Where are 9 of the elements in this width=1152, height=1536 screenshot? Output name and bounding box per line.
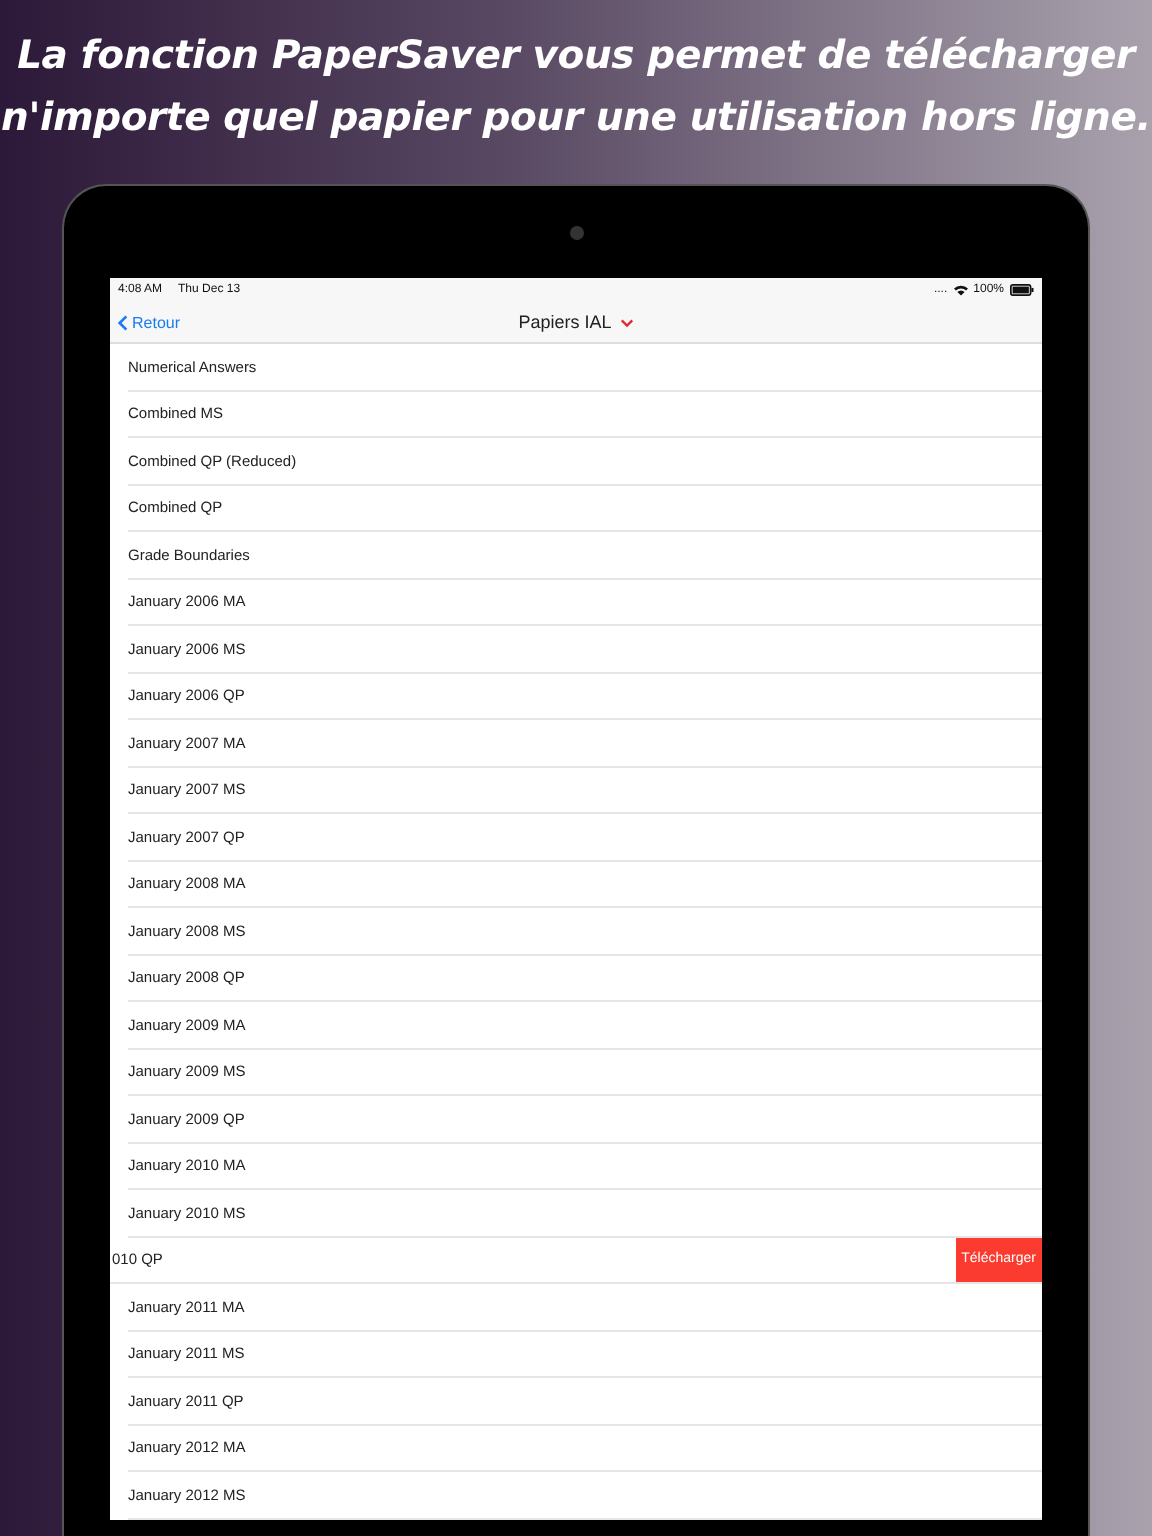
- chevron-down-icon[interactable]: [619, 317, 634, 327]
- battery-icon: [1010, 284, 1034, 296]
- headline-text: La fonction PaperSaver vous permet de télécharger: [15, 30, 1139, 82]
- wifi-icon: [953, 284, 968, 296]
- camera-icon: [569, 226, 583, 240]
- back-button[interactable]: Retour: [110, 313, 189, 331]
- nav-title: Papiers IAL: [518, 312, 612, 332]
- chevron-left-icon: [118, 313, 128, 331]
- headline-text: n'importe quel papier pour une utilisation hors ligne.: [1, 92, 1151, 144]
